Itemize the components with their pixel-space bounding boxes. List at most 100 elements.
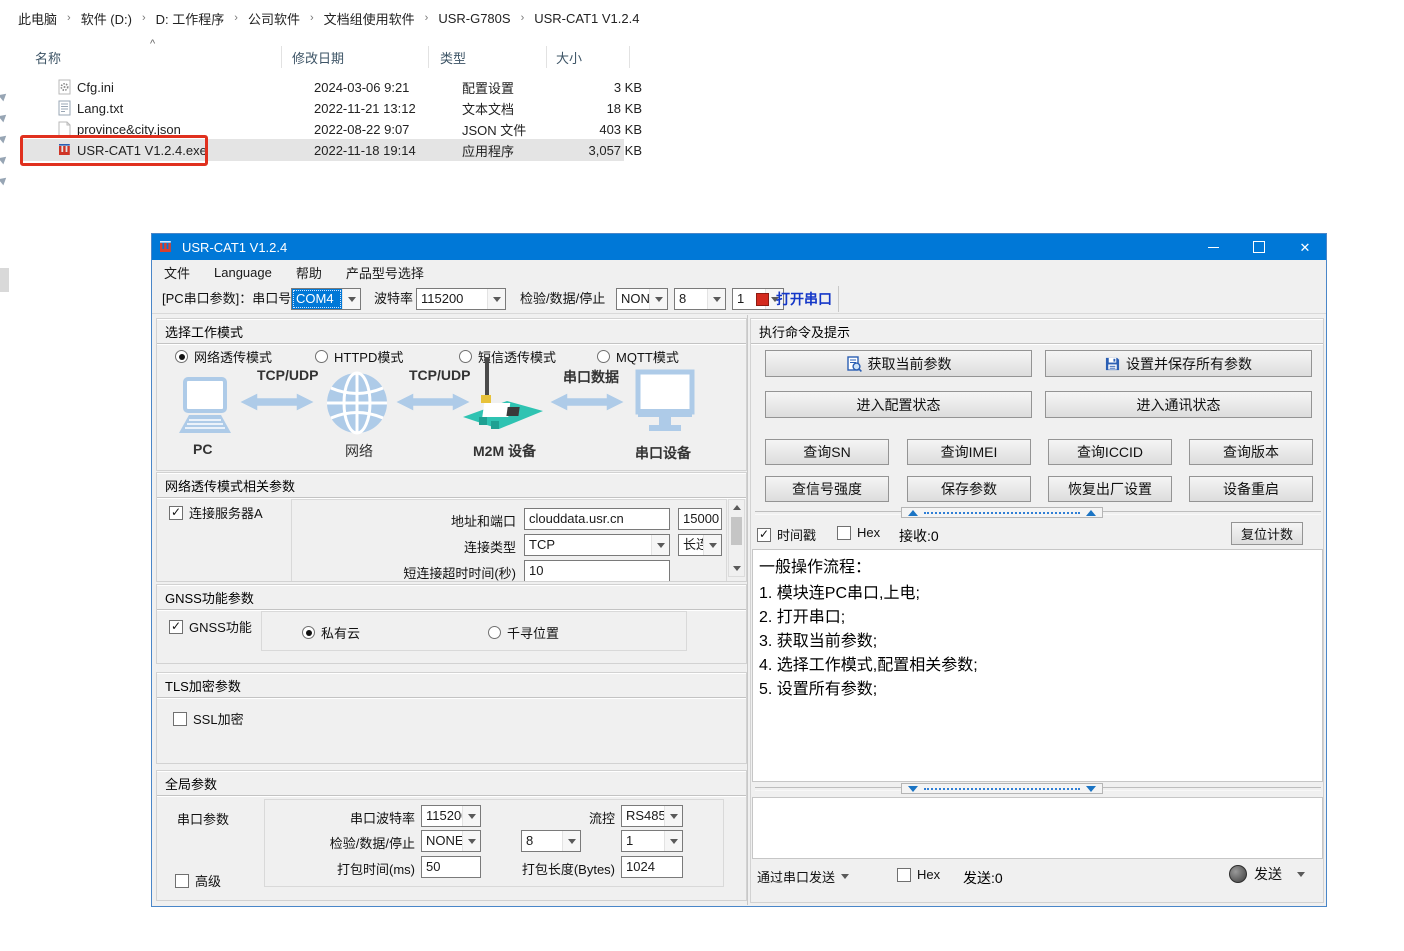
radio-httpd-mode[interactable]: HTTPD模式	[315, 347, 403, 366]
reset-counter-button[interactable]: 复位计数	[1231, 522, 1303, 545]
flow-control-select[interactable]: RS485	[621, 805, 683, 827]
global-databits-select[interactable]: 8	[521, 830, 581, 852]
breadcrumb-item[interactable]: D: 工作程序	[156, 9, 225, 28]
close-button[interactable]: ✕	[1288, 234, 1322, 260]
factory-reset-button[interactable]: 恢复出厂设置	[1048, 476, 1172, 502]
panel-divider[interactable]	[747, 315, 748, 905]
splitter-grip-dots[interactable]	[924, 788, 1080, 790]
set-save-all-params-button[interactable]: 设置并保存所有参数	[1045, 350, 1312, 377]
file-row-lang-txt[interactable]: Lang.txt 2022-11-21 13:12 文本文档 18 KB	[22, 97, 624, 119]
radio-mqtt-mode[interactable]: MQTT模式	[597, 347, 679, 366]
net-params-scrollbar[interactable]	[728, 499, 745, 577]
pack-length-input[interactable]: 1024	[621, 856, 683, 878]
pack-time-input[interactable]: 50	[421, 856, 481, 878]
baud-select[interactable]: 115200	[416, 288, 506, 310]
send-via-serial-dropdown[interactable]: 通过串口发送	[757, 867, 849, 886]
recv-hex-checkbox[interactable]: Hex	[837, 525, 880, 540]
serial-baud-select[interactable]: 115200	[421, 805, 481, 827]
breadcrumb-item[interactable]: 公司软件	[248, 9, 300, 28]
chevron-down-icon[interactable]	[664, 831, 682, 851]
timestamp-checkbox[interactable]: 时间戳	[757, 525, 816, 544]
query-signal-button[interactable]: 查信号强度	[765, 476, 889, 502]
query-iccid-button[interactable]: 查询ICCID	[1048, 439, 1172, 465]
short-conn-timeout-input[interactable]: 10	[524, 560, 670, 582]
advanced-checkbox[interactable]: 高级	[175, 871, 221, 890]
databits-select[interactable]: 8	[674, 288, 726, 310]
open-serial-button[interactable]: 打开串口	[756, 287, 832, 311]
collapse-up-icon[interactable]	[908, 510, 918, 516]
send-textarea[interactable]	[752, 797, 1323, 859]
column-header-date[interactable]: 修改日期	[292, 48, 344, 67]
enter-config-state-button[interactable]: 进入配置状态	[765, 391, 1032, 418]
column-divider[interactable]	[281, 46, 282, 68]
radio-private-cloud[interactable]: 私有云	[302, 623, 360, 642]
server-address-input[interactable]: clouddata.usr.cn	[524, 508, 670, 530]
breadcrumb-item[interactable]: 软件 (D:)	[81, 9, 132, 28]
file-size: 3 KB	[542, 80, 642, 95]
global-parity-select[interactable]: NONE	[421, 830, 481, 852]
scrollbar-thumb[interactable]	[731, 517, 742, 545]
scroll-down-icon[interactable]	[729, 561, 744, 576]
column-header-size[interactable]: 大小	[556, 48, 582, 67]
breadcrumb-item[interactable]: USR-G780S	[438, 11, 510, 26]
chevron-down-icon[interactable]	[462, 831, 480, 851]
column-divider[interactable]	[629, 46, 630, 68]
chevron-down-icon[interactable]	[707, 289, 725, 309]
chevron-down-icon[interactable]	[562, 831, 580, 851]
send-hex-checkbox[interactable]: Hex	[897, 867, 940, 882]
menu-file[interactable]: 文件	[164, 263, 190, 282]
collapse-up-icon[interactable]	[1086, 510, 1096, 516]
query-imei-button[interactable]: 查询IMEI	[907, 439, 1031, 465]
query-version-button[interactable]: 查询版本	[1189, 439, 1313, 465]
cut-off-scrollbar[interactable]	[0, 268, 9, 292]
breadcrumb-item[interactable]: USR-CAT1 V1.2.4	[534, 11, 639, 26]
menu-product-model[interactable]: 产品型号选择	[346, 263, 424, 282]
ssl-checkbox[interactable]: SSL加密	[173, 709, 244, 728]
chevron-down-icon[interactable]	[342, 289, 360, 309]
gnss-enable-checkbox[interactable]: GNSS功能	[169, 617, 252, 636]
title-bar[interactable]: USR-CAT1 V1.2.4 ✕	[152, 234, 1326, 260]
column-header-name[interactable]: 名称	[35, 48, 61, 67]
receive-log-textarea[interactable]: 一般操作流程： 1. 模块连PC串口,上电; 2. 打开串口; 3. 获取当前参…	[752, 549, 1323, 782]
file-row-cfg-ini[interactable]: Cfg.ini 2024-03-06 9:21 配置设置 3 KB	[22, 76, 624, 98]
get-current-params-button[interactable]: 获取当前参数	[765, 350, 1032, 377]
minimize-button[interactable]	[1196, 234, 1230, 260]
chevron-down-icon[interactable]	[487, 289, 505, 309]
column-divider[interactable]	[546, 46, 547, 68]
keepalive-select[interactable]: 长连接	[678, 534, 722, 556]
column-header-type[interactable]: 类型	[440, 48, 466, 67]
column-divider[interactable]	[428, 46, 429, 68]
menu-help[interactable]: 帮助	[296, 263, 322, 282]
splitter-collapse-up[interactable]	[901, 507, 1103, 518]
checkbox-icon	[175, 874, 189, 888]
chevron-down-icon[interactable]	[841, 874, 849, 879]
collapse-down-icon[interactable]	[908, 786, 918, 792]
query-sn-button[interactable]: 查询SN	[765, 439, 889, 465]
parity-select[interactable]: NONI	[616, 288, 668, 310]
maximize-button[interactable]	[1242, 234, 1276, 260]
chevron-down-icon[interactable]	[462, 806, 480, 826]
chevron-down-icon[interactable]	[664, 806, 682, 826]
chevron-down-icon[interactable]	[651, 535, 669, 555]
chevron-down-icon[interactable]	[649, 289, 667, 309]
device-restart-button[interactable]: 设备重启	[1189, 476, 1313, 502]
server-a-checkbox[interactable]: 连接服务器A	[169, 503, 263, 522]
com-port-select[interactable]: COM4	[291, 288, 361, 310]
radio-net-transparent-mode[interactable]: 网络透传模式	[175, 347, 272, 366]
splitter-grip-dots[interactable]	[924, 512, 1080, 514]
enter-comm-state-button[interactable]: 进入通讯状态	[1045, 391, 1312, 418]
splitter-collapse-down[interactable]	[901, 783, 1103, 794]
chevron-down-icon[interactable]	[703, 535, 721, 555]
server-port-input[interactable]: 15000	[678, 508, 722, 530]
radio-qianxun-location[interactable]: 千寻位置	[488, 623, 559, 642]
save-params-button[interactable]: 保存参数	[907, 476, 1031, 502]
collapse-down-icon[interactable]	[1086, 786, 1096, 792]
breadcrumb-item[interactable]: 文档组使用软件	[324, 9, 415, 28]
conn-type-select[interactable]: TCP	[524, 534, 670, 556]
menu-language[interactable]: Language	[214, 265, 272, 280]
scroll-up-icon[interactable]	[729, 500, 744, 515]
breadcrumb-item[interactable]: 此电脑	[18, 9, 57, 28]
chevron-down-icon[interactable]	[1297, 872, 1305, 877]
send-button[interactable]: 发送	[1229, 864, 1305, 884]
global-stopbits-select[interactable]: 1	[621, 830, 683, 852]
